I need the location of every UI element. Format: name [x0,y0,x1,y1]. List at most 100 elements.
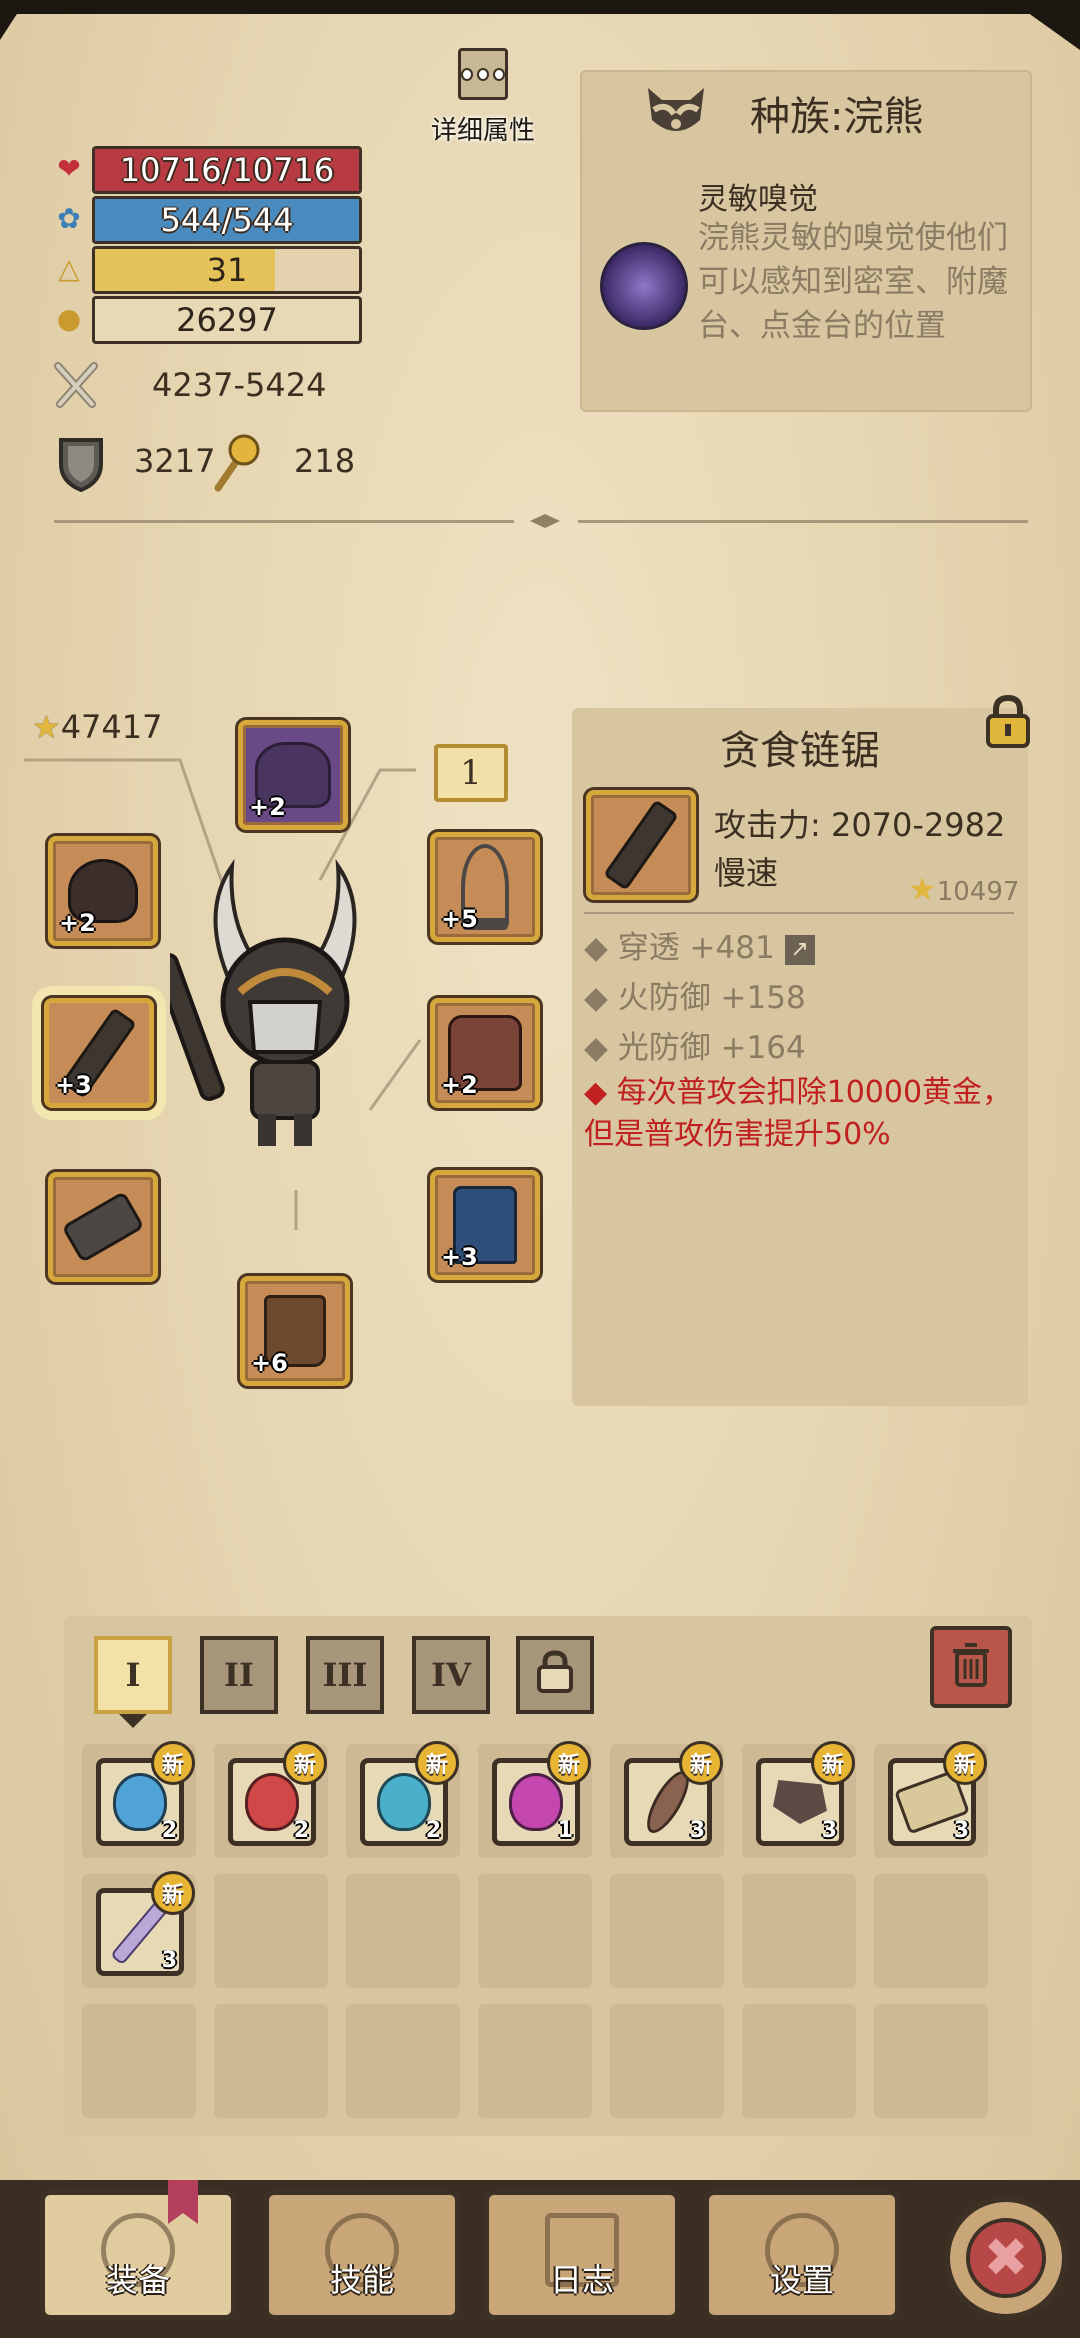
raccoon-icon [640,80,712,144]
inventory-cell[interactable] [742,1874,856,1988]
lock-icon [535,1649,575,1701]
level-value: 31 [206,251,248,289]
equip-slot-weapon[interactable]: +3 [44,998,154,1108]
nav-equip-label: 装备 [105,2261,170,2299]
new-badge: 新 [151,1871,195,1915]
top-ink-border [0,0,1080,14]
equip-slot-legs[interactable]: +3 [430,1170,540,1280]
legs-level: +3 [441,1243,478,1271]
nav-skills[interactable]: 技能 [264,2190,460,2320]
bag-tab-3[interactable]: III [306,1636,384,1714]
nav-settings[interactable]: 设置 [704,2190,900,2320]
inventory-cell[interactable] [478,2004,592,2118]
page-indicator: 1 [434,744,508,802]
item-count: 3 [689,1818,705,1843]
inventory-cell[interactable] [610,2004,724,2118]
inventory-cell[interactable] [346,1874,460,1988]
chainsaw-icon [603,799,679,891]
necklace-level: +5 [441,905,478,933]
star-icon: ★ [32,708,61,746]
heart-icon: ❤ [57,151,81,185]
weapon-level: +3 [55,1071,92,1099]
equip-slot-chest[interactable]: +2 [430,998,540,1108]
trash-button[interactable] [930,1626,1012,1708]
section-divider-left [54,520,514,523]
gem-shard-icon [773,1780,827,1824]
trait-description: 浣熊灵敏的嗅觉使他们可以感知到密室、附魔台、点金台的位置 [698,220,1008,344]
race-title: 种族:浣熊 [750,94,924,140]
details-button[interactable]: 详细属性 [426,48,540,148]
lock-icon[interactable] [984,694,1032,748]
special-text: 每次普攻会扣除10000黄金，但是普攻伤害提升50% [584,1075,1013,1152]
crossed-swords-icon [54,360,98,410]
total-score-value: 47417 [60,708,163,746]
level-bar: 31 [92,246,362,294]
bag-item-blue-potion[interactable]: 2 新 [96,1741,195,1846]
bag-tab-1[interactable]: I [94,1636,172,1714]
inventory-cell[interactable] [874,2004,988,2118]
special-effect: ◆ 每次普攻会扣除10000黄金，但是普攻伤害提升50% [584,1075,1013,1152]
inventory-cell[interactable] [346,2004,460,2118]
level-triangle-icon: △ [58,251,80,285]
new-badge: 新 [415,1741,459,1785]
item-count: 1 [557,1818,573,1843]
total-score: ★47417 [32,708,162,746]
bag-item-feather[interactable]: 3 新 [624,1741,723,1846]
stat-text-0: 穿透 +481 [617,930,775,966]
hp-bar: 10716/10716 [92,146,362,194]
arrow-up-icon: ↗ [784,934,815,965]
item-score-value: 10497 [936,877,1020,907]
inventory-cell[interactable] [214,1874,328,1988]
gold-row: ● [50,296,88,340]
bag-tab-2[interactable]: II [200,1636,278,1714]
bag-item-blade-shard[interactable]: 3 新 [96,1871,195,1976]
magic-staff-icon [208,432,262,494]
bag-item-purple-potion[interactable]: 1 新 [492,1741,591,1846]
inventory-cell[interactable] [742,2004,856,2118]
inventory-cell[interactable] [874,1874,988,1988]
armor-value: 3217 [134,442,216,480]
new-badge: 新 [547,1741,591,1785]
bag-item-rune-scroll[interactable]: 3 新 [888,1741,987,1846]
equip-slot-mask[interactable]: +2 [48,836,158,946]
equip-slot-helmet[interactable]: +2 [238,720,348,830]
item-count: 2 [293,1818,309,1843]
stat-text-1: 火防御 +158 [617,980,806,1016]
equip-slot-necklace[interactable]: +5 [430,832,540,942]
equip-slot-boots[interactable]: +6 [240,1276,350,1386]
item-detail-panel: 贪食链锯 攻击力: 2070-2982 慢速 ★10497 ◆ 穿透 +481 … [572,694,1030,1406]
nav-log[interactable]: 日志 [484,2190,680,2320]
stat-line-0: ◆ 穿透 +481 ↗ [584,922,815,967]
item-count: 2 [425,1818,441,1843]
blue-potion-icon [113,1773,167,1831]
gold-value: 26297 [176,301,278,339]
nav-log-label: 日志 [549,2261,614,2299]
inventory-cell[interactable] [82,2004,196,2118]
more-dots-icon [458,48,508,100]
inventory-cell[interactable] [610,1874,724,1988]
new-badge: 新 [811,1741,855,1785]
inventory-cell[interactable] [478,1874,592,1988]
close-icon: ✖ [966,2218,1046,2298]
hp-value: 10716/10716 [119,151,335,189]
trait-name: 灵敏嗅觉 [698,182,818,217]
item-name: 贪食链锯 [720,728,880,774]
new-badge: 新 [283,1741,327,1785]
bag-tab-locked[interactable] [516,1636,594,1714]
bag-item-red-potion[interactable]: 2 新 [228,1741,327,1846]
level-row: △ [50,246,88,290]
inventory-cell[interactable] [214,2004,328,2118]
bag-tab-4[interactable]: IV [412,1636,490,1714]
stat-line-2: ◆ 光防御 +164 [584,1030,806,1066]
section-divider-right [578,520,1028,523]
item-preview-icon [586,790,696,900]
trait-icon [600,242,688,330]
gold-coins-icon: ● [56,301,82,335]
bag-item-gem-shard[interactable]: 3 新 [756,1741,855,1846]
close-button[interactable]: ✖ [944,2196,1068,2320]
active-tab-pointer [119,1714,147,1728]
bag-item-cyan-potion[interactable]: 2 新 [360,1741,459,1846]
nav-equip[interactable]: 装备 [40,2190,236,2320]
equip-slot-gauntlet[interactable] [48,1172,158,1282]
item-score: ★10497 [908,870,1019,908]
